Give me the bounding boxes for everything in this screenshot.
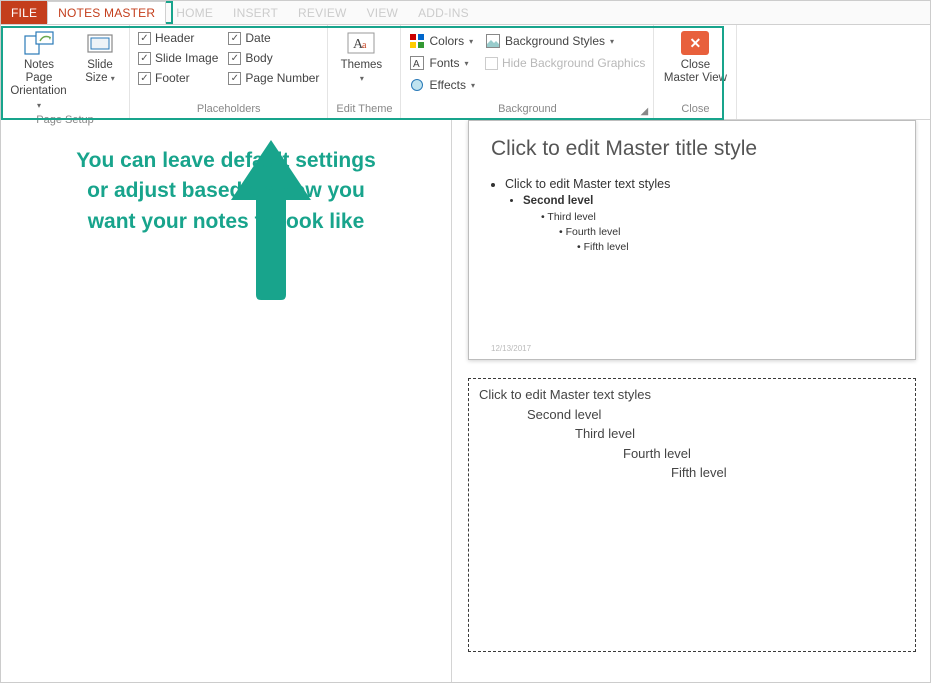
- fonts-dropdown[interactable]: A Fonts▾: [409, 53, 474, 73]
- chk-date-label: Date: [245, 31, 270, 45]
- notes-l4: Fourth level: [623, 444, 905, 464]
- close-icon: ✕: [681, 31, 709, 55]
- background-styles-dropdown[interactable]: Background Styles▾: [485, 31, 645, 51]
- chk-body-label: Body: [245, 51, 272, 65]
- colors-icon: [409, 33, 425, 49]
- notes-l3: Third level: [575, 424, 905, 444]
- fonts-icon: A: [409, 55, 425, 71]
- chk-page-number[interactable]: ✓Page Number: [228, 71, 319, 85]
- workspace: You can leave default settings or adjust…: [1, 120, 930, 682]
- tab-insert[interactable]: INSERT: [223, 1, 288, 24]
- slide-date-placeholder[interactable]: 12/13/2017: [491, 344, 531, 353]
- chk-header[interactable]: ✓Header: [138, 31, 218, 45]
- tab-addins[interactable]: ADD-INS: [408, 1, 479, 24]
- slide-body-placeholder[interactable]: Click to edit Master text styles Second …: [491, 175, 893, 255]
- svg-text:a: a: [362, 40, 367, 51]
- slide-body-l1: Click to edit Master text styles: [505, 177, 670, 191]
- slide-title-placeholder[interactable]: Click to edit Master title style: [491, 137, 893, 161]
- fonts-label: Fonts: [429, 56, 459, 70]
- slide-size-label: Slide Size ▾: [79, 59, 121, 85]
- tab-file[interactable]: FILE: [1, 1, 47, 24]
- chk-footer-label: Footer: [155, 71, 190, 85]
- background-dialog-launcher[interactable]: ◢: [638, 105, 650, 117]
- group-page-setup: Notes Page Orientation ▾ Slide Size ▾ Pa…: [1, 25, 130, 119]
- slide-body-l2: Second level: [523, 195, 593, 207]
- slide-body-l3: Third level: [547, 211, 595, 223]
- themes-button[interactable]: A a Themes▾: [336, 29, 386, 85]
- tab-review[interactable]: REVIEW: [288, 1, 357, 24]
- chk-footer[interactable]: ✓Footer: [138, 71, 218, 85]
- notes-page-orientation-button[interactable]: Notes Page Orientation ▾: [9, 29, 69, 112]
- slide-body-l5: Fifth level: [584, 241, 629, 253]
- chk-slide-image[interactable]: ✓Slide Image: [138, 51, 218, 65]
- notes-l2: Second level: [527, 405, 905, 425]
- group-label-edit-theme: Edit Theme: [336, 101, 392, 117]
- group-background: Colors▾ A Fonts▾ Effects▾: [401, 25, 654, 119]
- group-label-background: Background: [409, 101, 645, 117]
- themes-label: Themes▾: [341, 59, 383, 85]
- colors-label: Colors: [429, 34, 464, 48]
- orientation-icon: [23, 29, 55, 57]
- effects-label: Effects: [429, 78, 465, 92]
- group-label-close: Close: [662, 101, 728, 117]
- close-master-view-button[interactable]: ✕ Close Master View: [662, 29, 728, 85]
- chk-body[interactable]: ✓Body: [228, 51, 319, 65]
- group-label-placeholders: Placeholders: [138, 101, 319, 117]
- tab-notes-master[interactable]: NOTES MASTER: [47, 1, 166, 24]
- notes-master-canvas: Click to edit Master title style Click t…: [451, 120, 930, 682]
- slide-size-icon: [84, 29, 116, 57]
- notes-page-orientation-label: Notes Page Orientation ▾: [9, 59, 69, 112]
- group-placeholders: ✓Header ✓Slide Image ✓Footer ✓Date ✓Body…: [130, 25, 328, 119]
- chk-hide-background: Hide Background Graphics: [485, 53, 645, 73]
- ribbon: Notes Page Orientation ▾ Slide Size ▾ Pa…: [1, 25, 930, 120]
- tab-home[interactable]: HOME: [166, 1, 223, 24]
- chk-header-label: Header: [155, 31, 194, 45]
- annotation-panel: You can leave default settings or adjust…: [1, 120, 451, 682]
- group-edit-theme: A a Themes▾ Edit Theme: [328, 25, 401, 119]
- tab-bar: FILE NOTES MASTER HOME INSERT REVIEW VIE…: [1, 1, 930, 25]
- slide-body-l4: Fourth level: [566, 226, 621, 238]
- colors-dropdown[interactable]: Colors▾: [409, 31, 474, 51]
- slide-preview[interactable]: Click to edit Master title style Click t…: [468, 120, 916, 360]
- notes-body-placeholder[interactable]: Click to edit Master text styles Second …: [468, 378, 916, 652]
- themes-icon: A a: [345, 29, 377, 57]
- notes-l1: Click to edit Master text styles: [479, 385, 905, 405]
- chk-page-number-label: Page Number: [245, 71, 319, 85]
- effects-dropdown[interactable]: Effects▾: [409, 75, 474, 95]
- background-styles-label: Background Styles: [505, 34, 605, 48]
- group-close: ✕ Close Master View Close: [654, 25, 737, 119]
- svg-text:A: A: [413, 59, 420, 70]
- notes-l5: Fifth level: [671, 463, 905, 483]
- slide-size-button[interactable]: Slide Size ▾: [79, 29, 121, 85]
- effects-icon: [409, 77, 425, 93]
- background-styles-icon: [485, 33, 501, 49]
- tab-view[interactable]: VIEW: [357, 1, 408, 24]
- chk-date[interactable]: ✓Date: [228, 31, 319, 45]
- hide-background-label: Hide Background Graphics: [502, 56, 645, 70]
- close-master-label: Close Master View: [662, 59, 728, 85]
- annotation-text: You can leave default settings or adjust…: [76, 146, 376, 237]
- chk-slide-image-label: Slide Image: [155, 51, 218, 65]
